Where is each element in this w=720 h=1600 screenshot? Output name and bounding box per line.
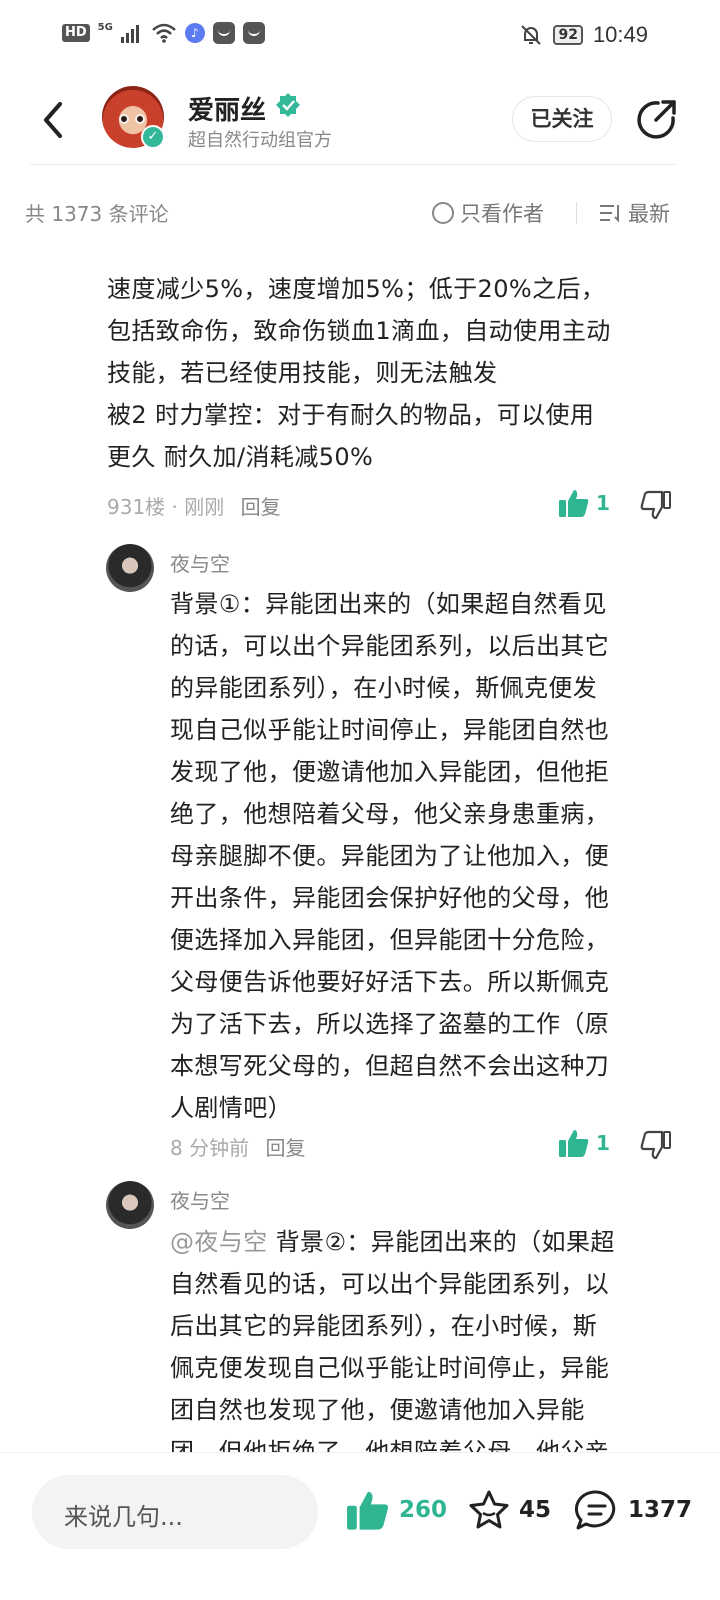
favorite-button[interactable]: 45 xyxy=(467,1489,551,1531)
reply-avatar[interactable] xyxy=(106,544,154,592)
sort-icon xyxy=(600,205,619,223)
reply-text: @夜与空 背景②：异能团出来的（如果超 自然看见的话，可以出个异能团系列，以 后… xyxy=(170,1221,680,1452)
reply-line: 绝了，他想陪着父母，他父亲身患重病， xyxy=(170,800,610,828)
reply-line: 为了活下去，所以选择了盗墓的工作（原 xyxy=(170,1010,610,1038)
reply-line: 母亲腿脚不便。异能团为了让他加入，便 xyxy=(170,842,610,870)
like-button[interactable]: 1 xyxy=(558,488,610,518)
like-count: 1 xyxy=(596,1131,610,1155)
reply-line: 父母便告诉他要好好活下去。所以斯佩克 xyxy=(170,968,610,996)
comments-button[interactable]: 1377 xyxy=(574,1489,692,1531)
header-divider xyxy=(30,164,676,165)
status-right: 92 10:49 xyxy=(519,22,648,48)
post-like-button[interactable]: 260 xyxy=(345,1489,447,1531)
post-header: ✓ 爱丽丝 超自然行动组官方 已关注 xyxy=(0,80,720,164)
comment-line: 速度减少5%，速度增加5%；低于20%之后， xyxy=(107,275,606,303)
comment-list[interactable]: 速度减少5%，速度增加5%；低于20%之后， 包括致命伤，致命伤锁血1滴血，自动… xyxy=(0,240,720,1452)
comment-line: 技能，若已经使用技能，则无法触发 xyxy=(107,359,498,387)
comment-meta: 931楼 · 刚刚 回复 xyxy=(107,491,281,520)
comment-toolbar: 共 1373 条评论 只看作者 最新 xyxy=(0,192,720,232)
reply-line: 人剧情吧） xyxy=(170,1094,292,1122)
comment-bubble-icon xyxy=(574,1490,616,1530)
clock: 10:49 xyxy=(592,22,648,47)
like-count: 1 xyxy=(596,491,610,515)
share-icon[interactable] xyxy=(634,98,678,142)
star-icon xyxy=(469,1490,509,1529)
reply-line: 自然看见的话，可以出个异能团系列，以 xyxy=(170,1270,610,1298)
sort-label: 最新 xyxy=(628,202,670,226)
reply-avatar[interactable] xyxy=(106,1181,154,1229)
comment-input[interactable]: 来说几句... xyxy=(32,1475,318,1549)
hd-icon: HD xyxy=(62,24,90,42)
sort-button[interactable]: 最新 xyxy=(598,198,670,228)
post-like-count: 260 xyxy=(399,1497,448,1523)
network-type: 5G xyxy=(97,21,113,33)
reply-link[interactable]: 回复 xyxy=(241,495,281,519)
reply-line: 后出其它的异能团系列），在小时候，斯 xyxy=(170,1312,598,1340)
author-only-label: 只看作者 xyxy=(460,202,544,226)
favorite-count: 45 xyxy=(519,1497,552,1523)
battery-indicator: 92 xyxy=(553,25,583,45)
reply-author[interactable]: 夜与空 xyxy=(170,1185,230,1214)
reply-author[interactable]: 夜与空 xyxy=(170,548,230,577)
reply-line: 本想写死父母的，但超自然不会出这种刀 xyxy=(170,1052,610,1080)
reply-line: 团自然也发现了他，便邀请他加入异能 xyxy=(170,1396,585,1424)
reply-line: 发现了他，便邀请他加入异能团，但他拒 xyxy=(170,758,610,786)
comment-text: 速度减少5%，速度增加5%；低于20%之后， 包括致命伤，致命伤锁血1滴血，自动… xyxy=(107,268,687,478)
official-badge-icon xyxy=(276,93,300,117)
thumbs-up-icon xyxy=(347,1491,388,1530)
author-only-toggle[interactable]: 只看作者 xyxy=(432,198,544,228)
status-bar: HD 5G ♪ 92 10:49 xyxy=(0,0,720,72)
thumbs-up-icon xyxy=(559,1130,589,1157)
wifi-icon xyxy=(152,23,176,43)
reply-line: 背景①：异能团出来的（如果超自然看见 xyxy=(170,590,607,618)
mute-bell-icon xyxy=(521,25,542,45)
music-app-icon: ♪ xyxy=(184,23,205,43)
reply-line: 的异能团系列），在小时候，斯佩克便发 xyxy=(170,674,598,702)
thumbs-up-icon xyxy=(559,490,589,517)
follow-button[interactable]: 已关注 xyxy=(512,96,612,142)
comment-line: 包括致命伤，致命伤锁血1滴血，自动使用主动 xyxy=(107,317,611,345)
reply-line: 佩克便发现自己似乎能让时间停止，异能 xyxy=(170,1354,610,1382)
app-notification-icon xyxy=(242,22,265,44)
reply-line: 开出条件，异能团会保护好他的父母，他 xyxy=(170,884,610,912)
signal-icon xyxy=(120,25,139,43)
author-subtitle: 超自然行动组官方 xyxy=(188,130,332,151)
reply-link[interactable]: 回复 xyxy=(265,1136,305,1160)
comment-input-placeholder: 来说几句... xyxy=(64,1503,183,1531)
reply-time: 8 分钟前 xyxy=(170,1136,250,1160)
reply-line: @夜与空 背景②：异能团出来的（如果超 xyxy=(170,1221,680,1263)
reply-line: 便选择加入异能团，但异能团十分危险， xyxy=(170,926,610,954)
reply-line-text: 背景②：异能团出来的（如果超 xyxy=(275,1228,615,1256)
reply-line: 团，但他拒绝了，他想陪着父母，他父亲 xyxy=(170,1438,610,1452)
bottom-action-bar: 来说几句... 260 45 1377 xyxy=(0,1452,720,1600)
back-arrow-icon[interactable] xyxy=(38,100,68,140)
like-button[interactable]: 1 xyxy=(558,1128,610,1158)
comment-line: 更久 耐久加/消耗减50% xyxy=(107,443,374,471)
reply-line: 的话，可以出个异能团系列，以后出其它 xyxy=(170,632,610,660)
comment-line: 被2 时力掌控：对于有耐久的物品，可以使用 xyxy=(107,401,595,429)
reply-line: 现自己似乎能让时间停止，异能团自然也 xyxy=(170,716,610,744)
mention-link[interactable]: @夜与空 xyxy=(170,1228,268,1256)
comment-count: 共 1373 条评论 xyxy=(25,202,169,226)
author-name[interactable]: 爱丽丝 xyxy=(188,90,266,127)
reply-text: 背景①：异能团出来的（如果超自然看见 的话，可以出个异能团系列，以后出其它 的异… xyxy=(170,583,680,1129)
comment-total: 1377 xyxy=(628,1497,693,1523)
radio-circle-icon xyxy=(432,202,454,224)
thumbs-down-icon[interactable] xyxy=(640,1130,672,1160)
comment-floor-time: 931楼 · 刚刚 xyxy=(107,495,225,519)
app-notification-icon xyxy=(212,22,235,44)
toolbar-separator xyxy=(576,202,577,224)
reply-meta: 8 分钟前 回复 xyxy=(170,1132,305,1161)
thumbs-down-icon[interactable] xyxy=(640,490,672,520)
verified-check-icon: ✓ xyxy=(141,125,165,149)
status-left: HD 5G ♪ xyxy=(62,22,265,44)
